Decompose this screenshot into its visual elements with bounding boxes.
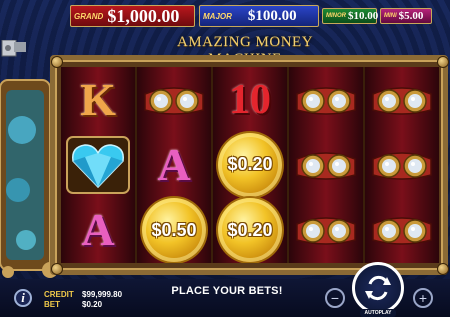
bet-label: BET [44,300,60,309]
plus-icon: + [418,290,428,306]
reel-cell [137,67,211,132]
jackpot-minor: MINOR $10.00 [322,8,379,24]
reel-cell: $0.20 [213,198,287,263]
symbol-a: A [157,138,191,190]
reel-cell [289,198,363,263]
jackpot-minor-label: MINOR [326,13,346,19]
reel-cell: $0.20 [213,132,287,197]
blue-heart-diamond-icon [66,135,130,194]
jackpot-mini-label: MINI [384,13,397,19]
bet-increase-button[interactable]: + [413,288,433,308]
reel-cell: A [61,198,135,263]
frame-bolt [437,263,449,275]
jackpot-grand: GRAND $1,000.00 [70,5,195,27]
coin-value: $0.50 [151,219,197,240]
symbol-10: 10 [229,76,271,123]
credit-label: CREDIT [44,290,74,299]
reel-5 [365,67,439,263]
coin-symbol: $0.20 [218,132,282,197]
reel-cell [365,132,439,197]
reel-cell: A [137,132,211,197]
reel-4 [289,67,365,263]
reel-1: KA [61,67,137,263]
reel-3: 10 $0.20 $0.20 [213,67,289,263]
jackpot-major-label: MAJOR [203,11,232,21]
coin-value: $0.20 [227,219,273,240]
reel-cell: 10 [213,67,287,132]
frame-bolt [51,263,63,275]
reel-2: A $0.50 [137,67,213,263]
spin-button[interactable] [352,262,404,314]
coin-symbol: $0.50 [142,198,206,263]
goggles-icon [372,217,432,245]
info-icon[interactable]: i [14,289,32,307]
minus-icon: − [330,290,340,306]
reel-cell: K [61,67,135,132]
reel-cell [365,198,439,263]
status-message: PLACE YOUR BETS! [171,285,283,297]
jackpot-major: MAJOR $100.00 [199,5,319,27]
goggles-icon [296,86,356,115]
reel-cell [61,132,135,197]
goggles-icon [296,217,356,245]
jackpot-major-value: $100.00 [247,7,297,24]
coin-value: $0.20 [227,154,273,175]
reel-cell [289,67,363,132]
jackpot-mini: MINI $5.00 [380,8,432,24]
spin-arrows-icon [365,275,391,301]
jackpot-grand-label: GRAND [74,11,104,21]
coin-symbol: $0.20 [218,198,282,263]
bet-value: $0.20 [82,300,103,309]
jackpot-mini-value: $5.00 [398,10,424,22]
goggles-icon [144,86,204,115]
goggles-icon [296,152,356,180]
reel-cell: $0.50 [137,198,211,263]
bet-decrease-button[interactable]: − [325,288,345,308]
symbol-a: A [81,204,115,256]
jackpot-grand-value: $1,000.00 [107,5,180,26]
symbol-k: K [80,73,116,125]
goggles-icon [372,86,432,115]
reel-grid: K A A $0.50 10 $0.20 $0.20 [61,67,439,263]
jackpot-minor-value: $10.00 [348,10,379,22]
credit-value: $99,999.80 [82,290,123,299]
reel-cell [365,67,439,132]
reel-cell [289,132,363,197]
goggles-icon [372,152,432,180]
autoplay-button[interactable]: AUTOPLAY [360,309,396,317]
